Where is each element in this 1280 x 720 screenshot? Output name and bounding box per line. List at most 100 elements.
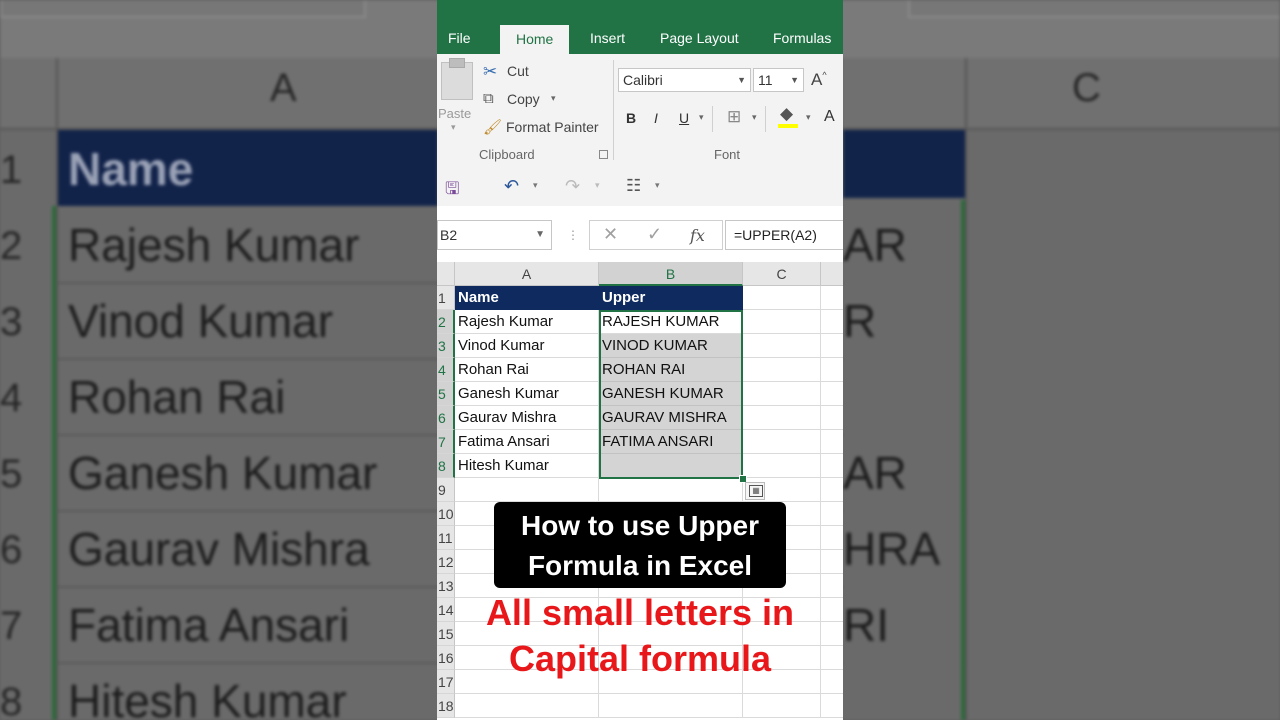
- cell-empty[interactable]: [821, 286, 843, 310]
- row-number[interactable]: 9: [437, 478, 455, 502]
- cell-upper[interactable]: GAURAV MISHRA: [599, 406, 743, 430]
- bold-button[interactable]: B: [626, 110, 636, 126]
- font-color-button[interactable]: A: [824, 108, 835, 126]
- font-family-select[interactable]: Calibri ▼: [618, 68, 751, 92]
- cell-empty[interactable]: [455, 478, 599, 502]
- cell-upper[interactable]: FATIMA ANSARI: [599, 430, 743, 454]
- cell-name[interactable]: Gaurav Mishra: [455, 406, 599, 430]
- row-number[interactable]: 4: [437, 358, 455, 382]
- tab-home[interactable]: Home: [500, 25, 570, 54]
- enter-check-icon[interactable]: ✓: [647, 224, 662, 245]
- cell-empty[interactable]: [821, 430, 843, 454]
- redo-icon[interactable]: ↷: [565, 176, 580, 197]
- customize-qat-dropdown-icon[interactable]: ▾: [655, 180, 660, 191]
- borders-dropdown-icon[interactable]: ▾: [752, 112, 757, 123]
- cell-upper[interactable]: [599, 454, 743, 478]
- grow-font-button[interactable]: A^: [811, 70, 827, 90]
- row-number[interactable]: 6: [437, 406, 455, 430]
- name-box[interactable]: B2 ▼: [437, 220, 552, 250]
- cell-empty[interactable]: [743, 382, 821, 406]
- column-header-c[interactable]: C: [743, 262, 821, 286]
- copy-button[interactable]: ⧉ Copy ▾: [483, 90, 593, 110]
- undo-dropdown-icon[interactable]: ▾: [533, 180, 538, 191]
- select-all-corner[interactable]: [437, 262, 455, 286]
- cell-empty[interactable]: [743, 454, 821, 478]
- column-header-b[interactable]: B: [599, 262, 743, 286]
- cell-name[interactable]: Rajesh Kumar: [455, 310, 599, 334]
- cell-empty[interactable]: [821, 502, 843, 526]
- redo-dropdown-icon[interactable]: ▾: [595, 180, 600, 191]
- cell-empty[interactable]: [743, 430, 821, 454]
- fill-color-dropdown-icon[interactable]: ▾: [806, 112, 811, 123]
- cut-button[interactable]: ✂ Cut: [483, 62, 593, 82]
- auto-fill-options-button[interactable]: ▦: [745, 482, 765, 500]
- fill-color-icon[interactable]: ◆: [780, 104, 793, 124]
- tab-page-layout[interactable]: Page Layout: [660, 30, 739, 46]
- formula-bar-splitter[interactable]: ⋮: [567, 228, 579, 242]
- cell-empty[interactable]: [455, 694, 599, 718]
- cell-upper[interactable]: VINOD KUMAR: [599, 334, 743, 358]
- cell-empty[interactable]: [821, 406, 843, 430]
- format-painter-button[interactable]: 🖌 Format Painter: [483, 118, 608, 138]
- insert-function-icon[interactable]: fx: [690, 226, 705, 245]
- cell-name[interactable]: Hitesh Kumar: [455, 454, 599, 478]
- underline-dropdown-icon[interactable]: ▾: [699, 112, 704, 123]
- copy-label: Copy: [507, 91, 540, 107]
- tab-file[interactable]: File: [448, 30, 471, 46]
- row-number[interactable]: 7: [437, 430, 455, 454]
- header-cell-upper[interactable]: Upper: [599, 286, 743, 310]
- cell-empty[interactable]: [821, 310, 843, 334]
- cell-empty[interactable]: [821, 382, 843, 406]
- quick-access-toolbar: 🖫 ↶ ▾ ↷ ▾ ☷ ▾: [437, 166, 843, 207]
- column-header-d[interactable]: [821, 262, 843, 286]
- cancel-icon[interactable]: ✕: [603, 224, 618, 245]
- cell-name[interactable]: Ganesh Kumar: [455, 382, 599, 406]
- save-icon[interactable]: 🖫: [445, 176, 459, 205]
- cell-empty[interactable]: [821, 334, 843, 358]
- caret-up-icon: ^: [822, 70, 827, 80]
- cell-name[interactable]: Vinod Kumar: [455, 334, 599, 358]
- tab-formulas[interactable]: Formulas: [773, 30, 831, 46]
- row-number[interactable]: 11: [437, 526, 455, 550]
- undo-icon[interactable]: ↶: [504, 176, 519, 197]
- cell-empty[interactable]: [821, 694, 843, 718]
- cell-empty[interactable]: [743, 310, 821, 334]
- clipboard-launcher-icon[interactable]: [599, 150, 608, 159]
- cell-empty[interactable]: [743, 334, 821, 358]
- font-size-select[interactable]: 11 ▼: [753, 68, 804, 92]
- cell-empty[interactable]: [821, 358, 843, 382]
- cell-empty[interactable]: [743, 358, 821, 382]
- cell-empty[interactable]: [821, 526, 843, 550]
- cell-name[interactable]: Rohan Rai: [455, 358, 599, 382]
- cell-upper[interactable]: ROHAN RAI: [599, 358, 743, 382]
- copy-dropdown-icon: ▾: [551, 93, 556, 103]
- row-number[interactable]: 1: [437, 286, 455, 310]
- italic-button[interactable]: I: [654, 110, 658, 126]
- paste-button[interactable]: Paste ▾: [437, 54, 477, 138]
- cell-upper[interactable]: RAJESH KUMAR: [599, 310, 743, 334]
- cell-empty[interactable]: [743, 286, 821, 310]
- row-number[interactable]: 5: [437, 382, 455, 406]
- cell-empty[interactable]: [821, 454, 843, 478]
- tab-insert[interactable]: Insert: [590, 30, 625, 46]
- cell-empty[interactable]: [743, 694, 821, 718]
- form-icon[interactable]: ☷: [626, 176, 641, 196]
- cell-empty[interactable]: [821, 550, 843, 574]
- row-number[interactable]: 2: [437, 310, 455, 334]
- cell-empty[interactable]: [599, 478, 743, 502]
- cell-empty[interactable]: [821, 478, 843, 502]
- row-number[interactable]: 18: [437, 694, 455, 718]
- cell-empty[interactable]: [599, 694, 743, 718]
- cell-upper[interactable]: GANESH KUMAR: [599, 382, 743, 406]
- row-number[interactable]: 12: [437, 550, 455, 574]
- cell-name[interactable]: Fatima Ansari: [455, 430, 599, 454]
- cell-empty[interactable]: [743, 406, 821, 430]
- header-cell-name[interactable]: Name: [455, 286, 599, 310]
- underline-button[interactable]: U: [679, 110, 689, 126]
- column-header-a[interactable]: A: [455, 262, 599, 286]
- row-number[interactable]: 8: [437, 454, 455, 478]
- formula-input[interactable]: =UPPER(A2): [725, 220, 843, 250]
- borders-icon[interactable]: ⊞: [727, 107, 741, 127]
- row-number[interactable]: 10: [437, 502, 455, 526]
- row-number[interactable]: 3: [437, 334, 455, 358]
